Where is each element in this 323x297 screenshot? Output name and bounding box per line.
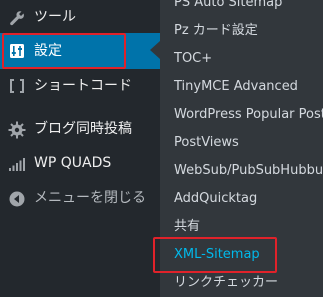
submenu-item-pz-card[interactable]: Pz カード設定 <box>174 19 258 43</box>
submenu-item-link-checker[interactable]: リンクチェッカー <box>174 271 278 295</box>
gear-icon <box>8 121 26 139</box>
menu-item-label: メニューを閉じる <box>34 190 146 206</box>
menu-item-blog-crosspost[interactable]: ブログ同時投稿 <box>0 112 160 146</box>
brackets-icon <box>8 77 26 95</box>
menu-item-label: ブログ同時投稿 <box>34 121 132 137</box>
settings-submenu: PS Auto Sitemap Pz カード設定 TOC+ TinyMCE Ad… <box>160 0 323 297</box>
menu-item-label: ショートコード <box>34 78 132 94</box>
collapse-arrow-icon <box>8 190 26 208</box>
menu-item-wp-quads[interactable]: WP QUADS <box>0 146 160 180</box>
submenu-item-wordpress-popular-posts[interactable]: WordPress Popular Posts <box>174 103 323 127</box>
active-menu-arrow <box>150 41 160 59</box>
admin-screen: ツール 設定 ショートコード ブログ同時投稿 WP QUADS メニューを閉じる… <box>0 0 323 297</box>
submenu-item-postviews[interactable]: PostViews <box>174 131 239 155</box>
admin-menu: ツール 設定 ショートコード ブログ同時投稿 WP QUADS メニューを閉じる <box>0 0 160 297</box>
menu-item-tools[interactable]: ツール <box>0 0 160 34</box>
submenu-item-ps-auto-sitemap[interactable]: PS Auto Sitemap <box>174 0 282 15</box>
submenu-item-tinymce-advanced[interactable]: TinyMCE Advanced <box>174 75 298 99</box>
menu-item-label: ツール <box>34 9 76 25</box>
menu-item-settings[interactable]: 設定 <box>0 33 160 69</box>
submenu-item-share[interactable]: 共有 <box>174 215 200 239</box>
menu-item-label: WP QUADS <box>34 155 112 171</box>
signal-bars-icon <box>8 155 26 173</box>
wrench-icon <box>8 9 26 27</box>
submenu-item-toc-plus[interactable]: TOC+ <box>174 47 212 71</box>
menu-item-label: 設定 <box>34 43 62 59</box>
menu-collapse-button[interactable]: メニューを閉じる <box>0 181 160 215</box>
submenu-item-addquicktag[interactable]: AddQuicktag <box>174 187 257 211</box>
menu-item-shortcode[interactable]: ショートコード <box>0 68 160 104</box>
submenu-item-websub[interactable]: WebSub/PubSubHubbub <box>174 159 323 183</box>
submenu-item-xml-sitemap[interactable]: XML-Sitemap <box>174 243 260 267</box>
settings-sliders-icon <box>8 42 26 60</box>
